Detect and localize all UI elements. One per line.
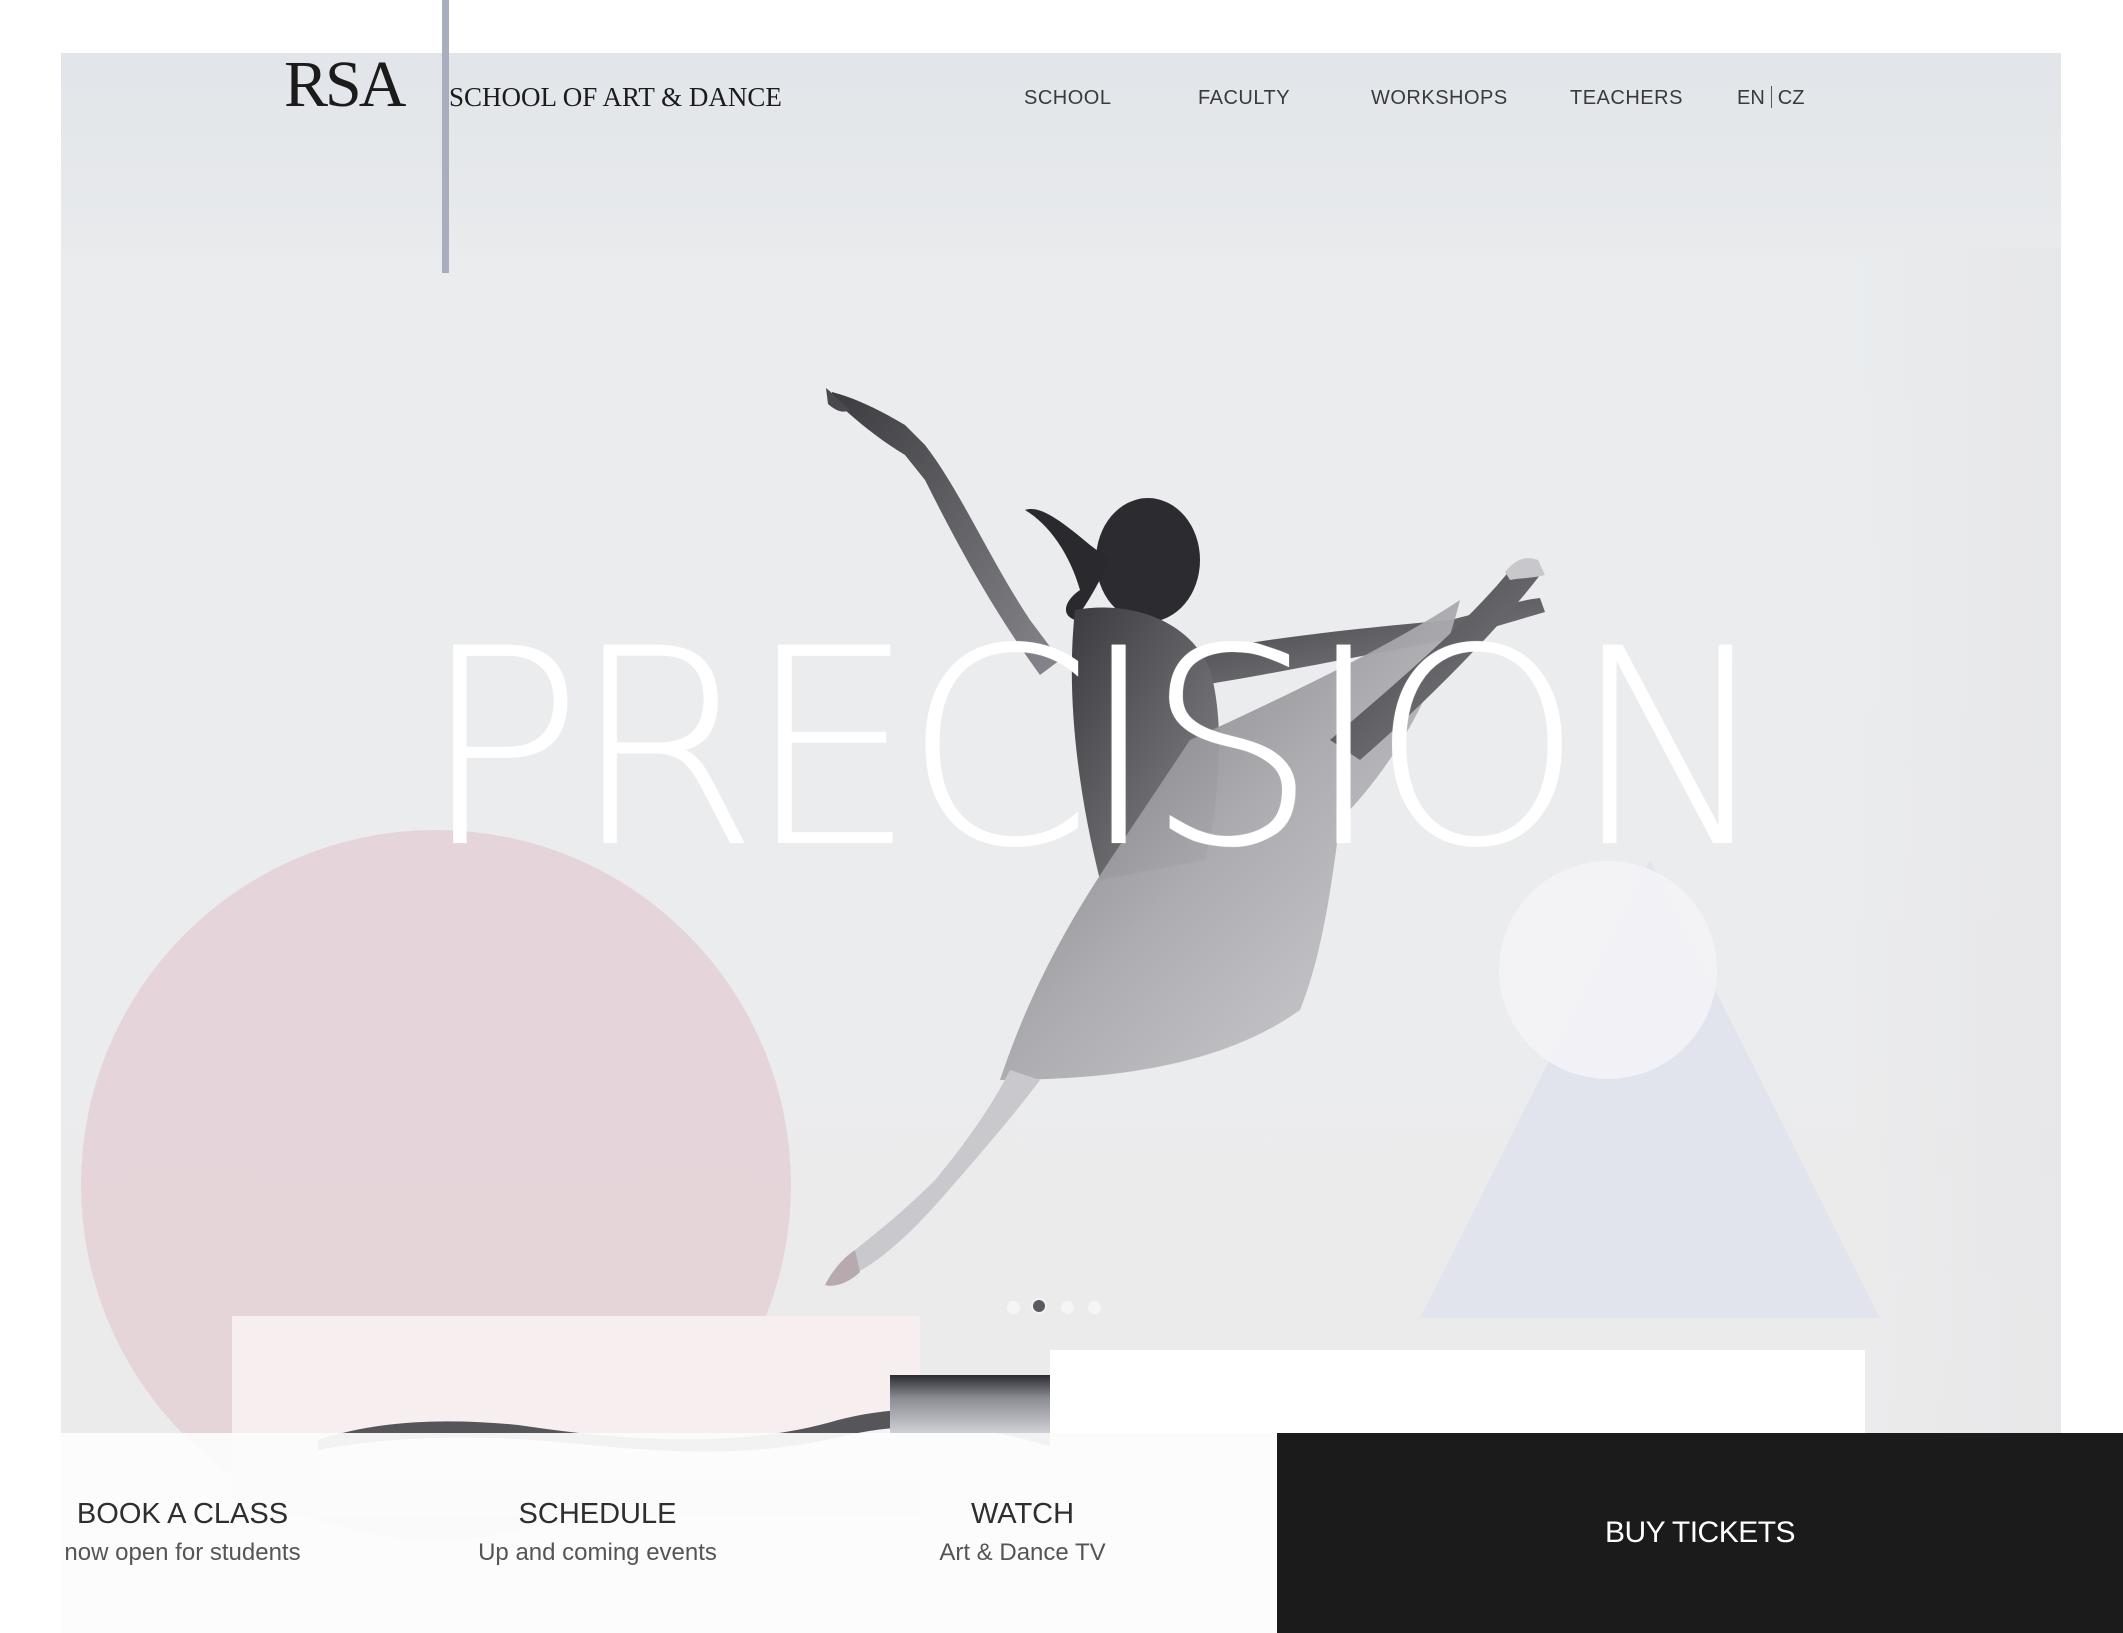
nav-item-teachers[interactable]: TEACHERS	[1570, 86, 1683, 110]
carousel-dot-1[interactable]	[1007, 1301, 1020, 1314]
schedule-link[interactable]: SCHEDULE Up and coming events	[455, 1496, 740, 1570]
carousel-dot-2[interactable]	[1031, 1298, 1047, 1314]
book-title: BOOK A CLASS	[76, 1498, 289, 1530]
book-subtitle: now open for students	[64, 1539, 301, 1566]
hero-headline: PRECISION	[420, 592, 1773, 908]
watch-title: WATCH	[970, 1498, 1075, 1530]
watch-subtitle: Art & Dance TV	[939, 1539, 1106, 1566]
site-logo[interactable]: RSA	[284, 50, 406, 120]
buy-tickets-button[interactable]: BUY TICKETS	[1277, 1433, 2123, 1633]
nav-item-faculty[interactable]: FACULTY	[1198, 86, 1290, 110]
schedule-title: SCHEDULE	[518, 1498, 677, 1530]
watch-link[interactable]: WATCH Art & Dance TV	[880, 1496, 1165, 1570]
collage-strip	[890, 1375, 1050, 1433]
carousel-dot-4[interactable]	[1088, 1301, 1101, 1314]
schedule-subtitle: Up and coming events	[478, 1539, 717, 1566]
nav-item-workshops[interactable]: WORKSHOPS	[1371, 86, 1508, 110]
language-switcher: EN CZ	[1737, 86, 1804, 110]
lang-cz[interactable]: CZ	[1778, 87, 1805, 109]
lang-en[interactable]: EN	[1737, 87, 1765, 109]
site-header: RSA SCHOOL OF ART & DANCE SCHOOL FACULTY…	[0, 0, 2123, 273]
nav-item-school[interactable]: SCHOOL	[1024, 86, 1111, 110]
lang-separator	[1770, 86, 1772, 108]
logo-divider	[442, 0, 449, 273]
bottom-action-bar: BOOK A CLASS now open for students SCHED…	[0, 1433, 2123, 1633]
book-a-class-link[interactable]: BOOK A CLASS now open for students	[40, 1496, 325, 1570]
buy-tickets-label: BUY TICKETS	[1604, 1516, 1796, 1549]
carousel-dot-3[interactable]	[1061, 1301, 1074, 1314]
school-name[interactable]: SCHOOL OF ART & DANCE	[449, 80, 782, 114]
carousel-dots-icon	[1007, 1297, 1127, 1315]
